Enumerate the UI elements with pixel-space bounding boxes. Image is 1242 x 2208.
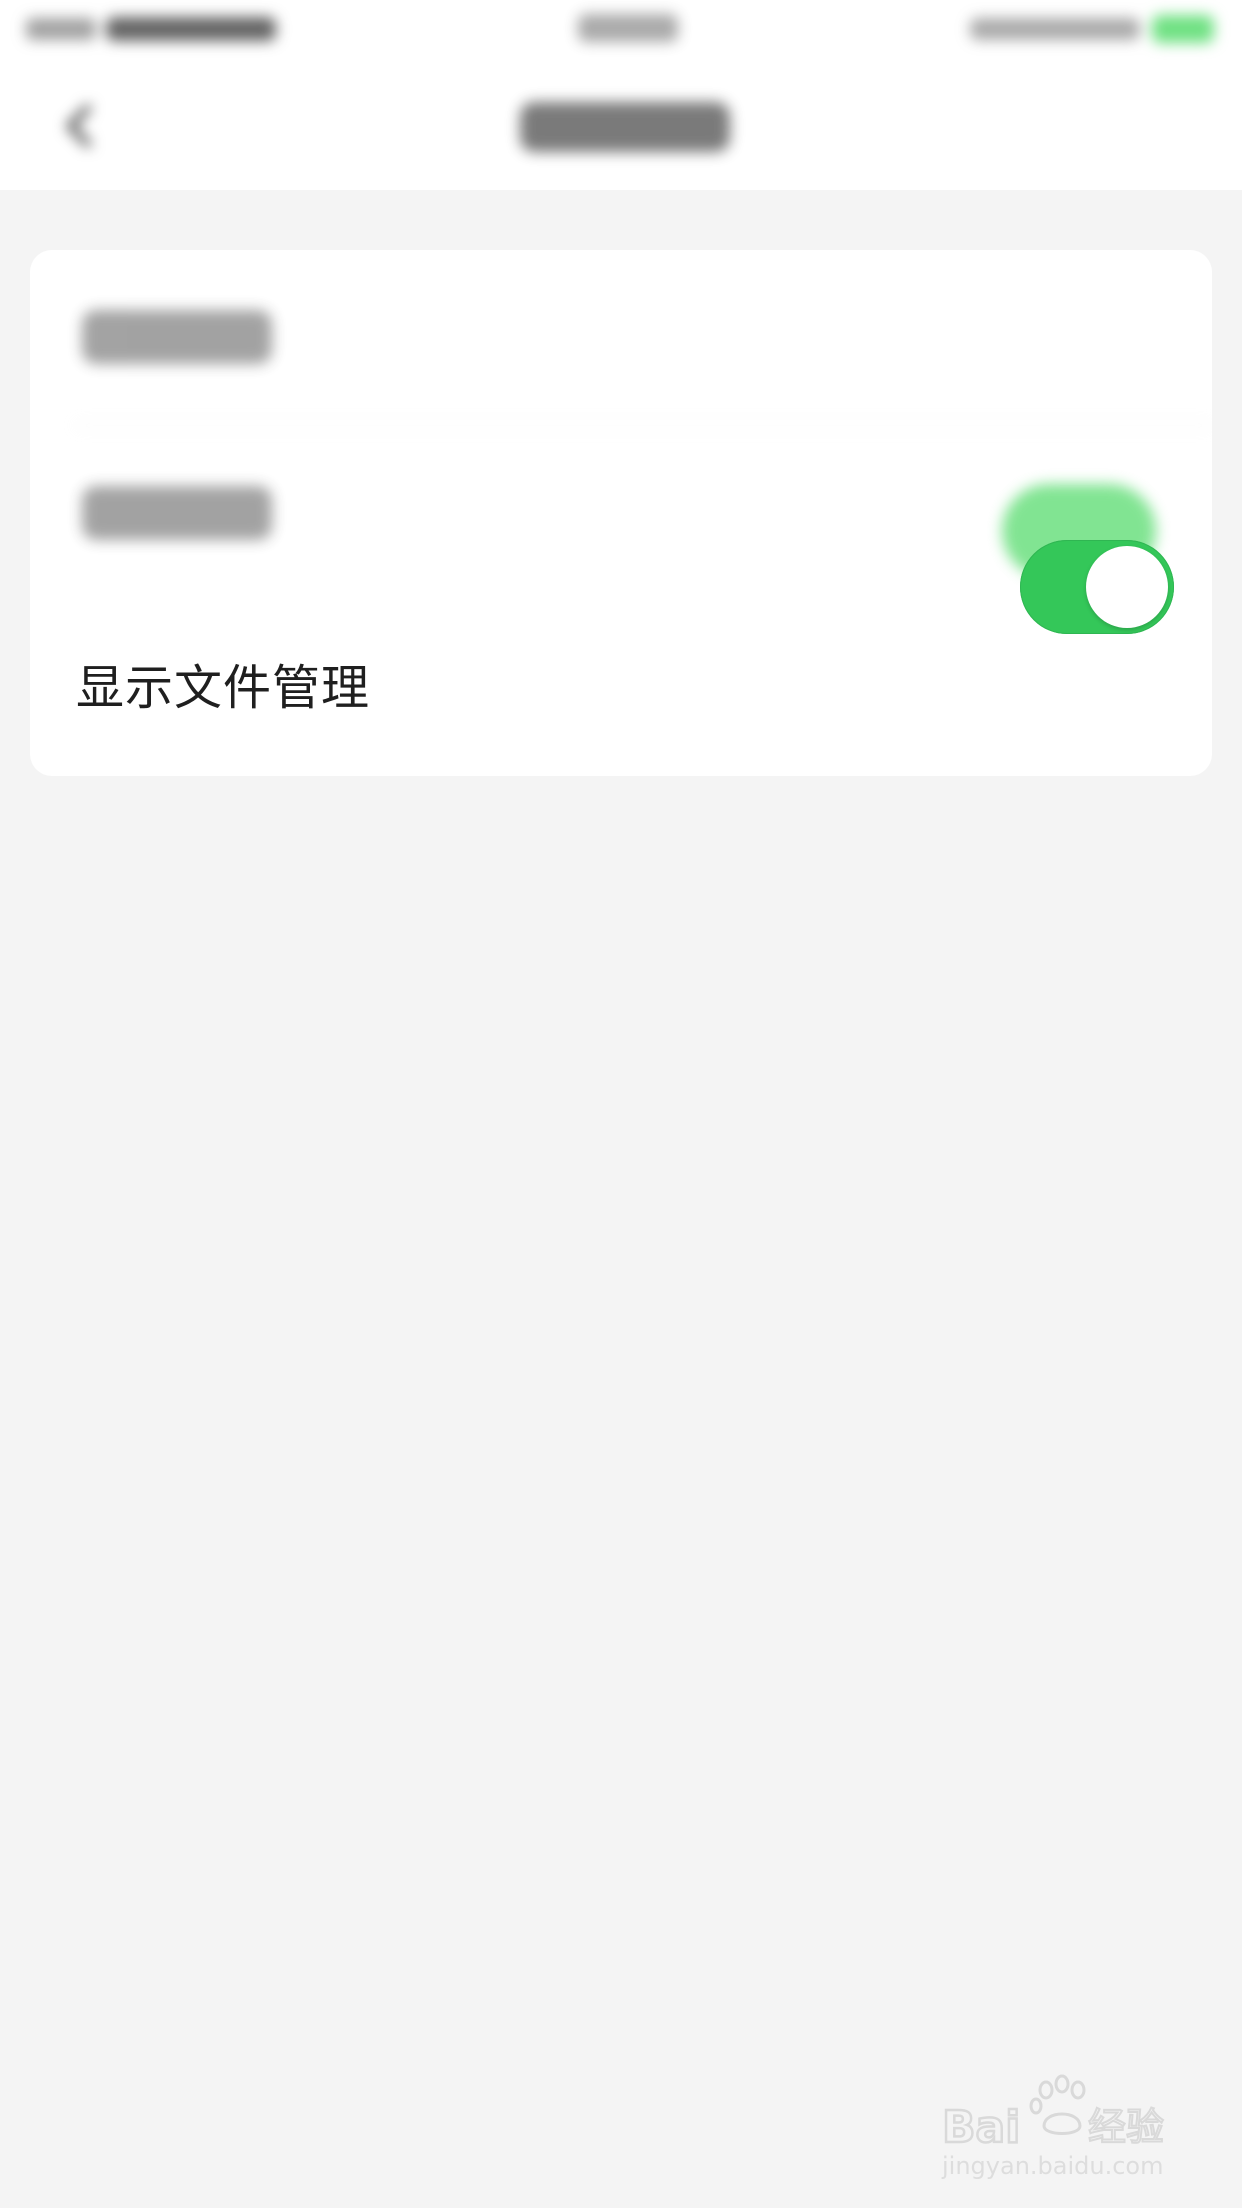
svg-text:经验: 经验 bbox=[1088, 2105, 1164, 2149]
signal-icon bbox=[26, 18, 96, 40]
status-bar bbox=[0, 0, 1242, 62]
status-left-carrier bbox=[26, 14, 296, 44]
settings-row-2-label bbox=[82, 486, 272, 540]
show-file-management-label: 显示文件管理 bbox=[76, 660, 371, 716]
settings-card: 显示文件管理 bbox=[30, 250, 1212, 776]
svg-text:Bai: Bai bbox=[942, 2102, 1020, 2153]
settings-row-1[interactable] bbox=[30, 250, 1212, 426]
svg-text:jingyan.baidu.com: jingyan.baidu.com bbox=[941, 2152, 1163, 2180]
battery-icon bbox=[1152, 15, 1214, 43]
toggle-knob bbox=[1086, 546, 1168, 628]
show-file-management-row: 显示文件管理 bbox=[30, 600, 1212, 776]
status-time bbox=[578, 14, 678, 42]
chevron-left-icon[interactable] bbox=[60, 102, 100, 150]
carrier-name bbox=[106, 17, 276, 41]
page-title bbox=[520, 102, 730, 152]
settings-screen: 显示文件管理 Bai 经验 jingyan.baidu.com bbox=[0, 0, 1242, 2208]
settings-row-1-label bbox=[82, 310, 272, 364]
baidu-jingyan-watermark-icon: Bai 经验 jingyan.baidu.com bbox=[941, 2074, 1165, 2180]
battery-percent bbox=[970, 18, 1140, 40]
show-file-management-toggle[interactable] bbox=[1020, 540, 1174, 634]
status-right bbox=[944, 14, 1214, 44]
navigation-bar bbox=[0, 62, 1242, 190]
